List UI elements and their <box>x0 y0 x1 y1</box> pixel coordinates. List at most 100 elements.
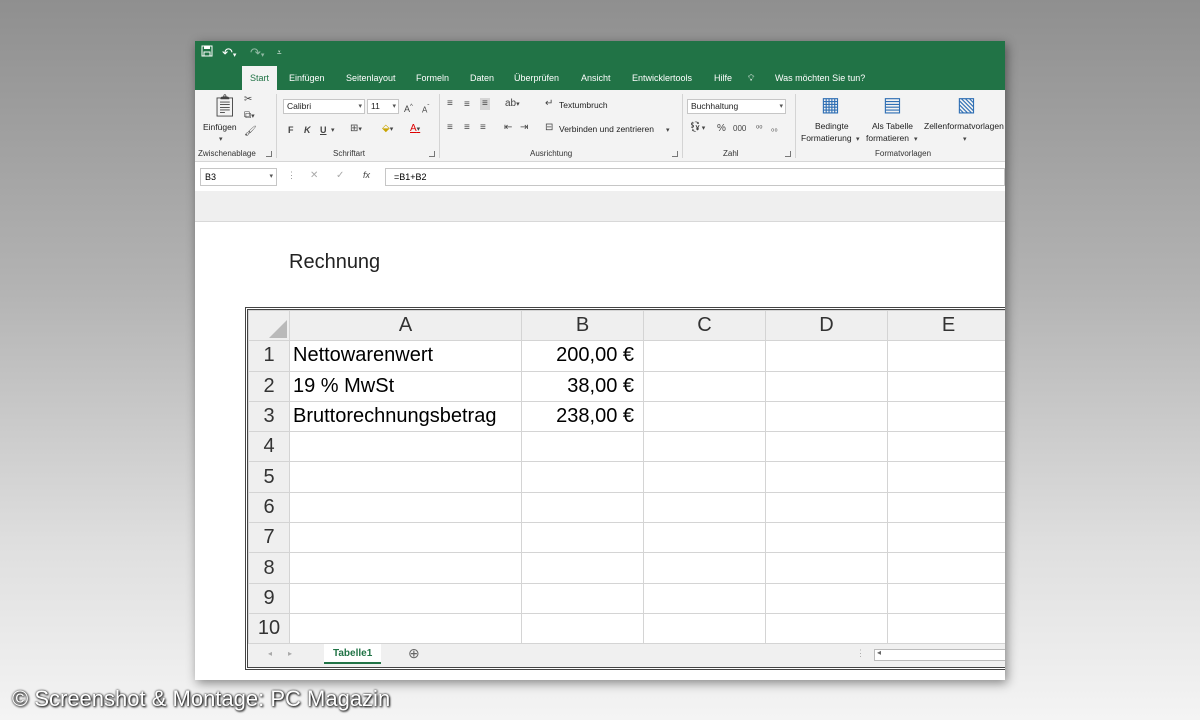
row-header[interactable]: 6 <box>248 491 290 524</box>
number-format-select[interactable]: Buchhaltung ▾ <box>687 99 786 114</box>
tab-hilfe[interactable]: Hilfe <box>706 66 740 90</box>
chevron-down-icon[interactable]: ▾ <box>963 134 967 146</box>
cell[interactable] <box>521 612 644 645</box>
cell[interactable] <box>521 461 644 493</box>
sheet-tab-tabelle1[interactable]: Tabelle1 <box>324 644 382 664</box>
cell[interactable] <box>765 491 888 524</box>
cond-format-line1[interactable]: Bedingte <box>815 121 849 131</box>
tab-seitenlayout[interactable]: Seitenlayout <box>338 66 404 90</box>
cell[interactable] <box>289 431 522 463</box>
cell[interactable] <box>765 370 888 402</box>
number-launcher-icon[interactable] <box>785 151 791 157</box>
scroll-left-icon[interactable]: ◂ <box>268 649 272 658</box>
cell[interactable] <box>887 370 1005 402</box>
customize-icon[interactable]: ⩡ <box>277 45 282 61</box>
align-top-icon[interactable]: ≡ <box>447 98 453 110</box>
cell[interactable] <box>643 370 766 402</box>
thousands-button[interactable]: 000 <box>733 123 746 135</box>
cell-b3[interactable]: 238,00 € <box>521 400 644 433</box>
align-right-icon[interactable]: ≡ <box>480 122 486 134</box>
currency-icon[interactable]: 💱︎▾ <box>689 122 705 135</box>
cell[interactable] <box>521 582 644 614</box>
row-header[interactable]: 1 <box>248 340 290 372</box>
grow-font-icon[interactable]: A^ <box>404 101 413 115</box>
cell[interactable] <box>887 582 1005 614</box>
cell[interactable] <box>643 522 766 554</box>
chevron-down-icon[interactable]: ▾ <box>666 125 670 137</box>
cell[interactable] <box>765 400 888 433</box>
tab-formeln[interactable]: Formeln <box>408 66 457 90</box>
format-painter-icon[interactable]: 🖌︎ <box>244 126 257 138</box>
conditional-formatting-icon[interactable]: ▦ <box>821 94 840 116</box>
horizontal-scrollbar[interactable]: ◂ <box>874 648 1005 661</box>
cancel-icon[interactable]: ✕ <box>310 170 318 181</box>
save-icon[interactable] <box>201 45 213 61</box>
cond-format-line2[interactable]: Formatierung <box>801 133 852 143</box>
shrink-font-icon[interactable]: Aˇ <box>422 102 429 117</box>
decrease-decimal-icon[interactable]: ₀₀ <box>771 123 778 135</box>
font-name-select[interactable]: Calibri ▾ <box>283 99 365 114</box>
font-color-icon[interactable]: A▾ <box>410 123 420 136</box>
cell[interactable] <box>643 400 766 433</box>
enter-icon[interactable]: ✓ <box>336 170 344 181</box>
italic-button[interactable]: K <box>304 124 311 136</box>
column-header-e[interactable]: E <box>887 310 1005 342</box>
row-header[interactable]: 9 <box>248 582 290 614</box>
cell[interactable] <box>289 461 522 493</box>
row-header[interactable]: 10 <box>248 612 290 645</box>
cell[interactable] <box>521 552 644 584</box>
row-header[interactable]: 4 <box>248 431 290 463</box>
cell[interactable] <box>765 612 888 645</box>
cell[interactable] <box>765 431 888 463</box>
format-as-table-icon[interactable]: ▤ <box>883 94 902 116</box>
cell[interactable] <box>887 491 1005 524</box>
scroll-left-icon[interactable]: ◂ <box>877 648 881 657</box>
row-header[interactable]: 8 <box>248 552 290 584</box>
tab-einfuegen[interactable]: Einfügen <box>281 66 333 90</box>
table-line1[interactable]: Als Tabelle <box>872 121 913 131</box>
cell-a1[interactable]: Nettowarenwert <box>289 340 522 372</box>
cell[interactable] <box>643 461 766 493</box>
cell[interactable] <box>765 582 888 614</box>
cell[interactable] <box>643 491 766 524</box>
cell[interactable] <box>643 582 766 614</box>
align-middle-icon[interactable]: ≡ <box>464 99 470 111</box>
cell-b2[interactable]: 38,00 € <box>521 370 644 402</box>
redo-icon[interactable]: ↷▾ <box>250 45 264 64</box>
column-header-d[interactable]: D <box>765 310 888 342</box>
table-line2[interactable]: formatieren <box>866 133 909 143</box>
row-header[interactable]: 7 <box>248 522 290 554</box>
insert-function-icon[interactable]: fx <box>363 170 370 180</box>
cell[interactable] <box>643 340 766 372</box>
chevron-down-icon[interactable]: ▾ <box>914 134 918 146</box>
cell[interactable] <box>289 522 522 554</box>
tell-me-search[interactable]: Was möchten Sie tun? <box>767 66 873 90</box>
cell[interactable] <box>521 431 644 463</box>
select-all-corner[interactable] <box>248 310 290 342</box>
increase-indent-icon[interactable]: ⇥ <box>520 122 528 134</box>
cell[interactable] <box>521 522 644 554</box>
paste-icon[interactable]: 📋︎ <box>211 94 239 118</box>
increase-decimal-icon[interactable]: ⁰⁰ <box>756 123 762 135</box>
font-launcher-icon[interactable] <box>429 151 435 157</box>
add-sheet-icon[interactable]: ⊕ <box>408 645 420 662</box>
fill-color-icon[interactable]: ⬙▾ <box>382 123 393 136</box>
cell[interactable] <box>289 491 522 524</box>
chevron-down-icon[interactable]: ▾ <box>331 125 335 137</box>
cell[interactable] <box>643 431 766 463</box>
cell[interactable] <box>887 340 1005 372</box>
bold-button[interactable]: F <box>288 124 294 136</box>
row-header[interactable]: 2 <box>248 370 290 402</box>
column-header-a[interactable]: A <box>289 310 522 342</box>
tab-daten[interactable]: Daten <box>462 66 502 90</box>
cell-a2[interactable]: 19 % MwSt <box>289 370 522 402</box>
underline-button[interactable]: U <box>320 124 327 136</box>
cell-b1[interactable]: 200,00 € <box>521 340 644 372</box>
decrease-indent-icon[interactable]: ⇤ <box>504 122 512 134</box>
cell[interactable] <box>887 612 1005 645</box>
name-box[interactable]: B3 ▾ <box>200 168 277 186</box>
tab-ansicht[interactable]: Ansicht <box>573 66 619 90</box>
cell[interactable] <box>765 552 888 584</box>
cell[interactable] <box>887 552 1005 584</box>
cell[interactable] <box>765 522 888 554</box>
